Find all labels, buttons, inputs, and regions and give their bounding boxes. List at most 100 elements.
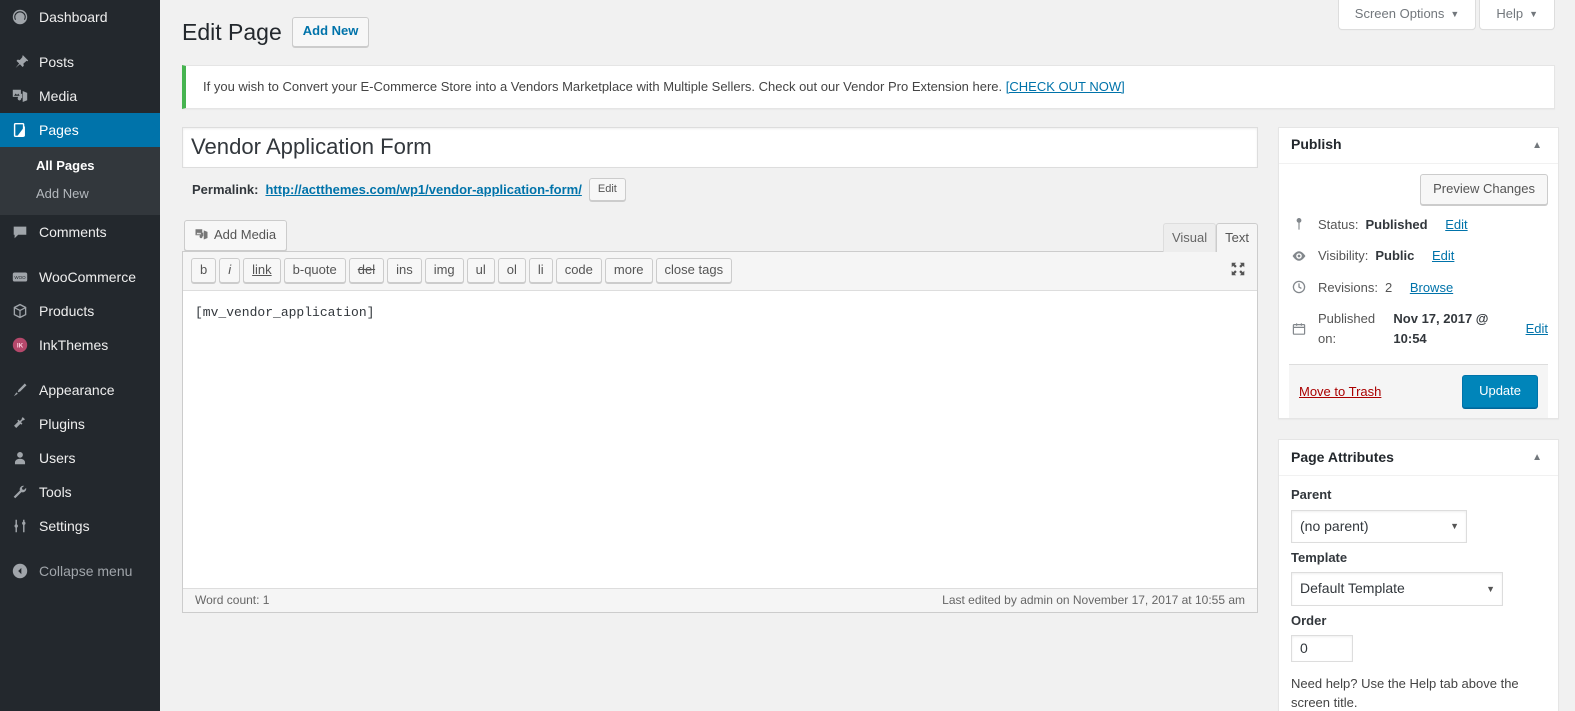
svg-text:IK: IK [17, 343, 24, 350]
quicktag-ins[interactable]: ins [387, 257, 422, 283]
add-media-button[interactable]: Add Media [184, 220, 288, 251]
sidebar-item-label: Dashboard [39, 9, 108, 25]
chevron-down-icon: ▼ [1450, 9, 1460, 19]
quicktag-ul[interactable]: ul [466, 257, 495, 283]
move-to-trash-link[interactable]: Move to Trash [1299, 384, 1381, 399]
quicktag-img[interactable]: img [424, 257, 464, 283]
admin-sidebar: Dashboard Posts Media Pages All Pages Ad… [0, 0, 160, 711]
publish-box-header: Publish ▲ [1279, 128, 1558, 164]
sidebar-item-users[interactable]: Users [0, 441, 160, 475]
sidebar-item-inkthemes[interactable]: IK InkThemes [0, 328, 160, 362]
dashboard-icon [10, 7, 30, 27]
status-edit-link[interactable]: Edit [1445, 215, 1467, 235]
fullscreen-icon[interactable] [1229, 260, 1249, 280]
quicktag-close-tags[interactable]: close tags [655, 257, 733, 283]
sidebar-item-pages[interactable]: Pages [0, 113, 160, 147]
chevron-up-icon[interactable]: ▲ [1528, 136, 1546, 155]
sidebar-item-tools[interactable]: Tools [0, 475, 160, 509]
visibility-text: Visibility: [1318, 248, 1369, 264]
sidebar-item-label: Media [39, 88, 78, 104]
sidebar-item-products[interactable]: Products [0, 294, 160, 328]
sidebar-item-media[interactable]: Media [0, 79, 160, 113]
edit-permalink-button[interactable]: Edit [588, 178, 626, 201]
sidebar-item-appearance[interactable]: Appearance [0, 373, 160, 407]
inkthemes-icon: IK [10, 335, 30, 355]
revisions-text: Revisions: [1318, 279, 1378, 295]
publish-box-title: Publish [1291, 136, 1342, 153]
preview-row: Preview Changes [1289, 173, 1548, 209]
sidebar-item-dashboard[interactable]: Dashboard [0, 0, 160, 34]
sidebar-item-label: Plugins [39, 416, 85, 432]
quicktag-more[interactable]: more [604, 257, 653, 283]
svg-text:WOO: WOO [14, 275, 26, 280]
quicktag-link[interactable]: link [243, 257, 281, 283]
collapse-menu-button[interactable]: Collapse menu [0, 554, 160, 588]
status-value: Published [1365, 216, 1428, 232]
tab-text[interactable]: Text [1216, 222, 1258, 252]
sidebar-item-label: Appearance [39, 382, 115, 398]
post-content-textarea[interactable]: [mv_vendor_application] [183, 290, 1257, 588]
add-new-button[interactable]: Add New [291, 17, 370, 47]
published-on-text: Published on: [1318, 311, 1376, 346]
tools-icon [10, 482, 30, 502]
order-input[interactable] [1291, 634, 1353, 662]
sidebar-subitem-all-pages[interactable]: All Pages [0, 152, 160, 180]
word-count: Word count: 1 [195, 593, 270, 607]
quicktag-i[interactable]: i [219, 257, 241, 283]
page-attributes-title: Page Attributes [1291, 449, 1394, 466]
post-body-content: Permalink: http://actthemes.com/wp1/vend… [182, 126, 1258, 613]
pages-submenu: All Pages Add New [0, 147, 160, 215]
chevron-down-icon: ▼ [1529, 9, 1538, 19]
quicktag-li[interactable]: li [528, 257, 553, 283]
quicktags-toolbar: b i link b-quote del ins img ul ol li code more clos… [183, 251, 1257, 291]
template-select-wrap: Default Template ▼ [1291, 572, 1503, 606]
page-attributes-box: Page Attributes ▲ Parent (no parent) ▼ T… [1278, 439, 1559, 711]
sidebar-item-plugins[interactable]: Plugins [0, 407, 160, 441]
sidebar-item-label: Users [39, 450, 76, 466]
quicktag-b[interactable]: b [191, 257, 217, 283]
publish-box-body: Preview Changes Status: Published Edit V… [1279, 164, 1558, 419]
preview-changes-button[interactable]: Preview Changes [1420, 173, 1548, 205]
sidebar-item-label: Comments [39, 224, 107, 240]
title-div [182, 126, 1258, 168]
quicktag-ol[interactable]: ol [497, 257, 526, 283]
screen-options-button[interactable]: Screen Options ▼ [1337, 0, 1477, 31]
sidebar-item-label: Posts [39, 54, 75, 70]
help-label: Help [1496, 6, 1524, 21]
revisions-value: 2 [1384, 279, 1393, 295]
publishing-actions: Move to Trash Update [1289, 364, 1548, 419]
published-on-edit-link[interactable]: Edit [1526, 319, 1548, 339]
quicktag-del[interactable]: del [348, 257, 385, 283]
sidebar-subitem-add-new[interactable]: Add New [0, 180, 160, 208]
published-on-row: Published on: Nov 17, 2017 @ 10:54 Edit [1289, 303, 1548, 354]
sidebar-item-comments[interactable]: Comments [0, 215, 160, 249]
chevron-up-icon[interactable]: ▲ [1528, 448, 1546, 467]
permalink-link[interactable]: http://actthemes.com/wp1/vendor-applicat… [265, 178, 581, 202]
visibility-edit-link[interactable]: Edit [1432, 246, 1454, 266]
post-title-input[interactable] [182, 126, 1258, 168]
order-label: Order [1291, 612, 1327, 628]
help-button[interactable]: Help ▼ [1479, 0, 1555, 31]
settings-icon [10, 516, 30, 536]
check-out-now-link[interactable]: [CHECK OUT NOW] [1006, 79, 1125, 94]
menu-separator [0, 362, 160, 373]
sidebar-item-label: Pages [39, 122, 79, 138]
sidebar-item-settings[interactable]: Settings [0, 509, 160, 543]
pin-icon [10, 52, 30, 72]
quicktag-code[interactable]: code [555, 257, 602, 283]
parent-select[interactable]: (no parent) [1291, 509, 1467, 543]
quicktag-b-quote[interactable]: b-quote [283, 257, 346, 283]
sidebar-item-woocommerce[interactable]: WOO WooCommerce [0, 260, 160, 294]
template-select[interactable]: Default Template [1291, 572, 1503, 606]
sidebar-item-posts[interactable]: Posts [0, 45, 160, 79]
add-media-label: Add Media [214, 227, 277, 242]
clock-icon [1291, 279, 1311, 295]
calendar-icon [1291, 321, 1311, 337]
revisions-row: Revisions: 2 Browse [1289, 272, 1548, 304]
woocommerce-icon: WOO [10, 267, 30, 287]
update-button[interactable]: Update [1462, 375, 1538, 409]
revisions-browse-link[interactable]: Browse [1410, 278, 1453, 298]
publish-box: Publish ▲ Preview Changes Status: Publis… [1278, 126, 1559, 420]
published-on-value: Nov 17, 2017 @ 10:54 [1393, 311, 1489, 346]
tab-visual[interactable]: Visual [1162, 222, 1217, 252]
